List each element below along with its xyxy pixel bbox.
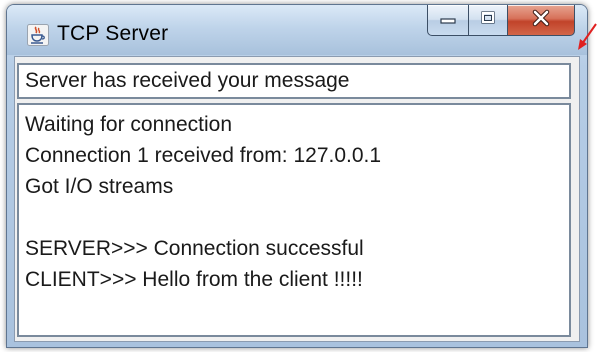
minimize-button[interactable] — [427, 5, 469, 36]
close-button[interactable] — [508, 5, 575, 36]
log-line: Waiting for connection — [25, 113, 232, 136]
title-bar[interactable]: TCP Server — [7, 5, 587, 55]
message-input[interactable] — [17, 63, 571, 99]
minimize-icon — [439, 11, 457, 30]
log-line: Got I/O streams — [25, 175, 174, 198]
maximize-icon — [479, 10, 497, 31]
caption-buttons — [427, 5, 575, 36]
log-line: CLIENT>>> Hello from the client !!!!! — [25, 268, 363, 291]
tcp-server-window: TCP Server Server has received your mess… — [6, 4, 588, 348]
annotation-arrow-icon — [574, 22, 598, 52]
maximize-button[interactable] — [469, 5, 508, 36]
window-title: TCP Server — [57, 22, 169, 45]
log-text-area[interactable]: Waiting for connection Connection 1 rece… — [17, 103, 571, 337]
close-icon — [530, 9, 552, 32]
log-line: Connection 1 received from: 127.0.0.1 — [25, 144, 382, 167]
log-line: SERVER>>> Connection successful — [25, 237, 364, 260]
java-coffee-cup-icon[interactable] — [27, 24, 49, 46]
